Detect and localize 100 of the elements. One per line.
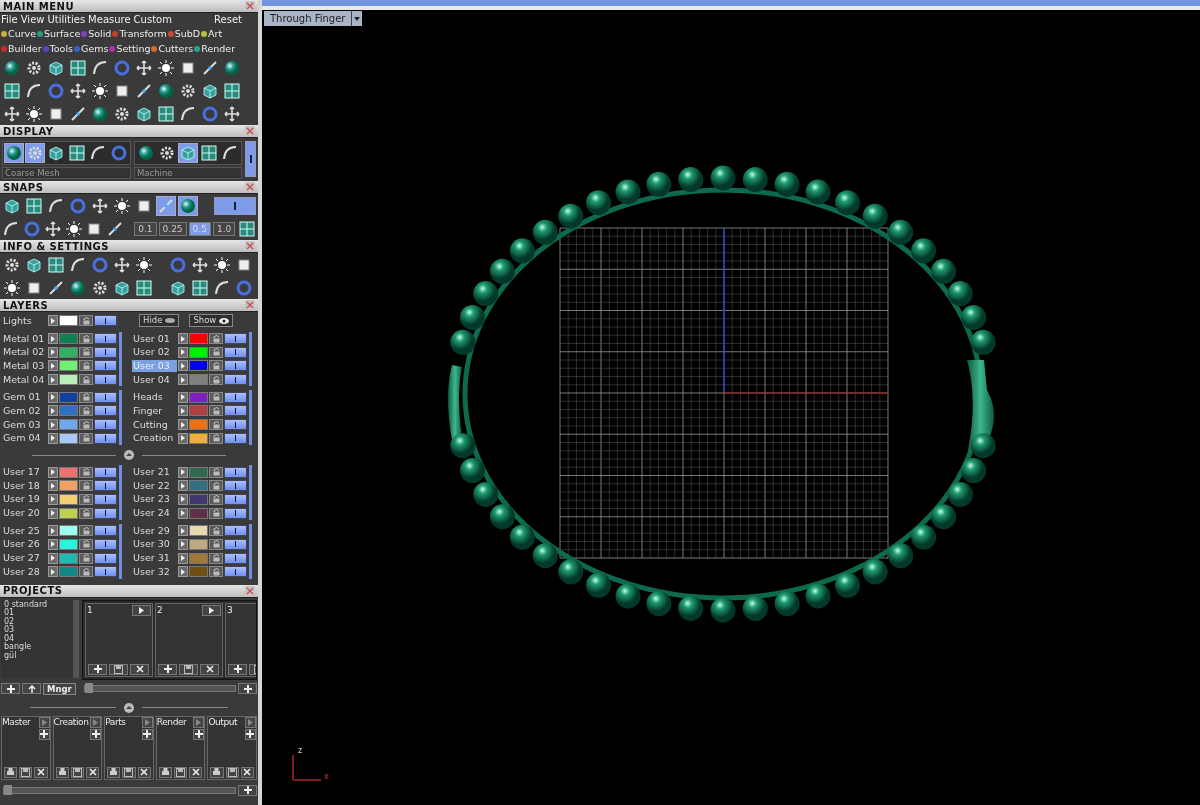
layer-color-swatch[interactable] <box>59 552 78 564</box>
layer-name[interactable]: Metal 03 <box>2 359 47 372</box>
expand-arrow-icon[interactable] <box>48 480 58 492</box>
visibility-toggle[interactable] <box>94 538 117 550</box>
expand-arrow-icon[interactable] <box>48 493 58 505</box>
menu-item[interactable]: File <box>1 14 21 25</box>
visibility-toggle[interactable] <box>94 315 117 327</box>
caret-icon[interactable] <box>351 11 363 26</box>
layer-name[interactable]: Metal 02 <box>2 346 47 359</box>
layer-color-swatch[interactable] <box>189 566 208 578</box>
layer-color-swatch[interactable] <box>189 346 208 358</box>
view-dropdown[interactable]: Through Finger <box>264 11 352 26</box>
arrow-up-icon[interactable] <box>22 683 41 695</box>
sun-icon[interactable] <box>24 103 44 124</box>
layer-color-swatch[interactable] <box>189 466 208 478</box>
visibility-toggle[interactable] <box>94 566 117 578</box>
lock-icon[interactable] <box>209 360 223 372</box>
layer-name[interactable]: User 25 <box>2 524 47 537</box>
expand-arrow-icon[interactable] <box>178 552 188 564</box>
add-icon[interactable] <box>228 663 247 675</box>
expand-arrow-icon[interactable] <box>178 419 188 431</box>
expand-arrow-icon[interactable] <box>48 566 58 578</box>
category-link[interactable]: Solid <box>81 27 112 40</box>
close-icon[interactable] <box>245 300 255 310</box>
visibility-toggle[interactable] <box>94 333 117 345</box>
layer-name[interactable]: Gem 03 <box>2 418 47 431</box>
expand-arrow-icon[interactable] <box>48 333 58 345</box>
slider-thumb[interactable] <box>84 683 93 694</box>
layer-color-swatch[interactable] <box>59 480 78 492</box>
visibility-toggle[interactable] <box>94 493 117 505</box>
lock-icon[interactable] <box>79 538 93 550</box>
layer-color-swatch[interactable] <box>189 360 208 372</box>
layer-color-swatch[interactable] <box>59 374 78 386</box>
add-icon[interactable] <box>38 728 50 740</box>
lock-icon[interactable] <box>209 346 223 358</box>
layer-color-swatch[interactable] <box>59 525 78 537</box>
toggle-button[interactable] <box>214 196 256 215</box>
project-item[interactable]: 03 <box>4 626 70 635</box>
layer-color-swatch[interactable] <box>189 525 208 537</box>
move-arrows-icon[interactable] <box>190 254 210 275</box>
menu-item[interactable]: View <box>20 14 48 25</box>
sun-icon[interactable] <box>112 195 132 216</box>
material-dropdown[interactable]: Machine <box>134 167 242 179</box>
visibility-toggle[interactable] <box>94 480 117 492</box>
layer-name[interactable]: Gem 01 <box>2 391 47 404</box>
visibility-toggle[interactable] <box>224 419 247 431</box>
lock-icon[interactable] <box>79 566 93 578</box>
lock-icon[interactable] <box>79 552 93 564</box>
expand-arrow-icon[interactable] <box>48 360 58 372</box>
visibility-toggle[interactable] <box>224 566 247 578</box>
lock-icon[interactable] <box>209 566 223 578</box>
save-icon[interactable] <box>19 766 33 778</box>
sun-icon[interactable] <box>156 57 176 78</box>
layer-color-swatch[interactable] <box>59 538 78 550</box>
printer-icon[interactable] <box>55 766 69 778</box>
layer-color-swatch[interactable] <box>59 391 78 403</box>
save-icon[interactable] <box>109 663 128 675</box>
increment-option[interactable]: 0.25 <box>158 221 187 236</box>
lock-icon[interactable] <box>79 419 93 431</box>
layer-color-swatch[interactable] <box>189 405 208 417</box>
move-arrows-icon[interactable] <box>90 195 110 216</box>
reset-link[interactable]: Reset <box>214 14 258 25</box>
category-link[interactable]: Art <box>201 27 223 40</box>
move-arrows-icon[interactable] <box>2 103 22 124</box>
lock-icon[interactable] <box>209 333 223 345</box>
visibility-toggle[interactable] <box>224 507 247 519</box>
layer-color-swatch[interactable] <box>59 405 78 417</box>
add-icon[interactable] <box>141 728 153 740</box>
layer-name[interactable]: User 21 <box>132 466 177 479</box>
expand-arrow-icon[interactable] <box>178 374 188 386</box>
menu-item[interactable]: Utilities <box>47 14 89 25</box>
layer-name[interactable]: User 24 <box>132 507 177 520</box>
visibility-toggle[interactable] <box>224 333 247 345</box>
layer-name[interactable]: Gem 02 <box>2 404 47 417</box>
expand-arrow-icon[interactable] <box>178 346 188 358</box>
lock-icon[interactable] <box>209 419 223 431</box>
project-slot[interactable]: 1 <box>85 602 153 677</box>
layer-name[interactable]: User 27 <box>2 552 47 565</box>
layer-color-swatch[interactable] <box>189 333 208 345</box>
layer-name[interactable]: User 18 <box>2 479 47 492</box>
show-button[interactable]: Show <box>189 314 234 328</box>
project-item[interactable]: bangle <box>4 643 70 652</box>
lock-icon[interactable] <box>79 333 93 345</box>
visibility-toggle[interactable] <box>224 374 247 386</box>
lock-icon[interactable] <box>209 405 223 417</box>
lock-icon[interactable] <box>209 493 223 505</box>
layer-color-swatch[interactable] <box>189 493 208 505</box>
save-icon[interactable] <box>174 766 188 778</box>
layer-color-swatch[interactable] <box>59 315 78 327</box>
category-link[interactable]: Setting <box>109 42 151 55</box>
layer-name[interactable]: User 31 <box>132 552 177 565</box>
printer-icon[interactable] <box>158 766 172 778</box>
toggle-button[interactable] <box>245 141 256 177</box>
add-icon[interactable] <box>90 728 102 740</box>
layer-color-swatch[interactable] <box>189 374 208 386</box>
lock-icon[interactable] <box>79 466 93 478</box>
lock-icon[interactable] <box>209 391 223 403</box>
visibility-toggle[interactable] <box>224 360 247 372</box>
layer-name[interactable]: User 22 <box>132 479 177 492</box>
close-icon[interactable] <box>245 126 255 136</box>
